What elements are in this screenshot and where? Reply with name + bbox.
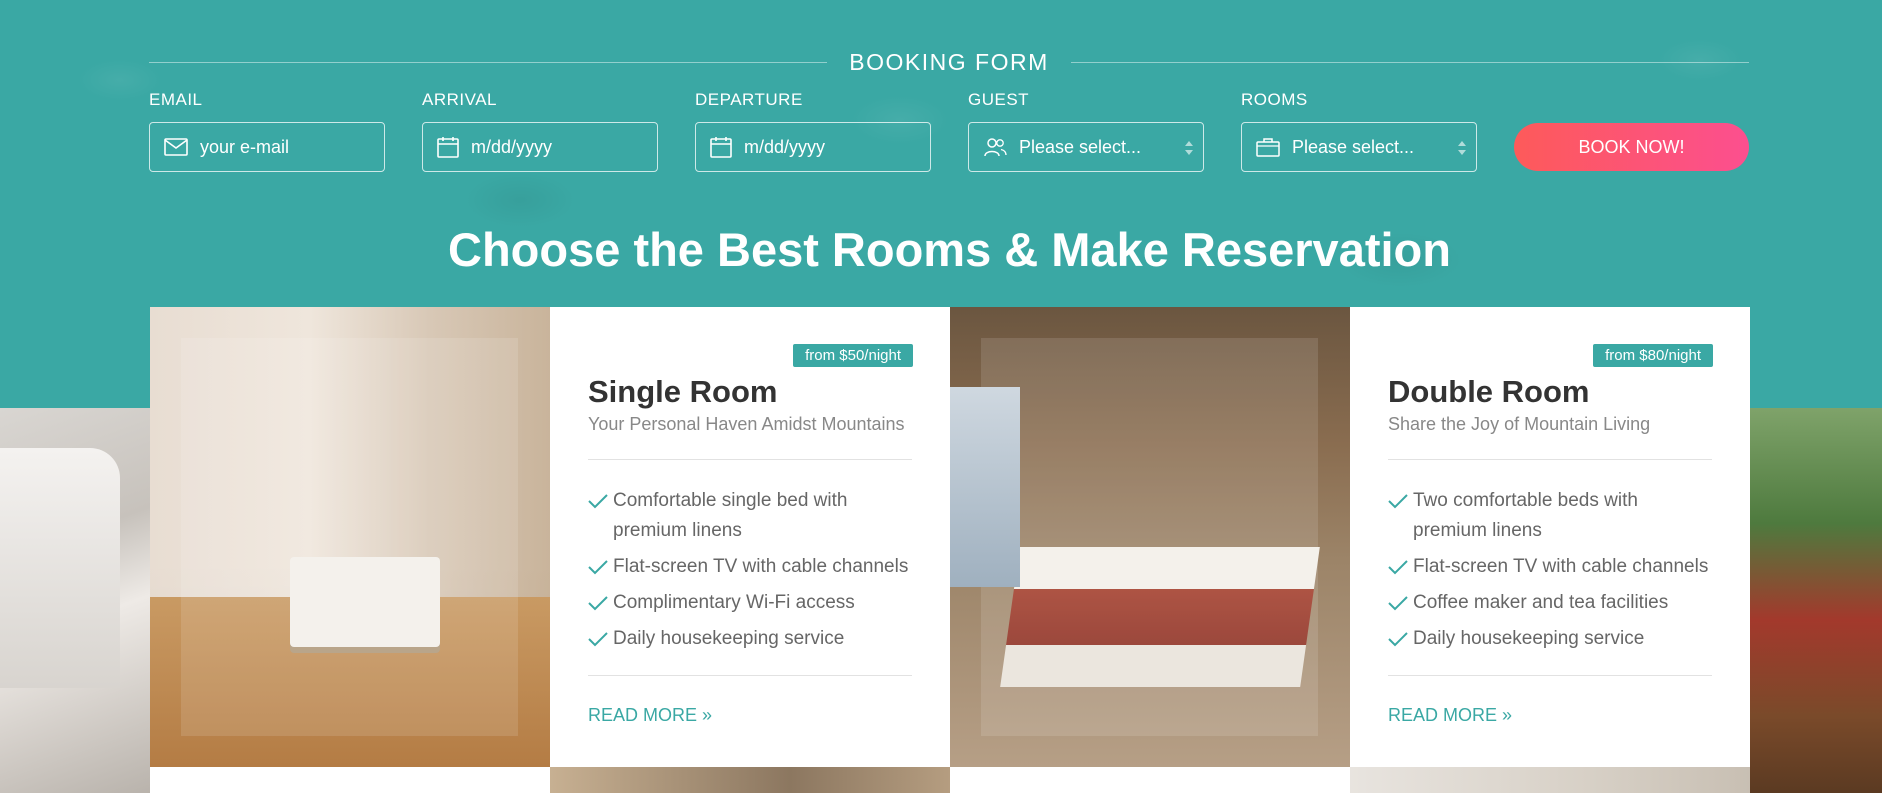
booking-form-title: BOOKING FORM [849, 48, 1049, 75]
feature-text: Coffee maker and tea facilities [1413, 592, 1669, 613]
guest-selected-value: Please select... [1019, 136, 1142, 157]
rooms-selected-value: Please select... [1292, 136, 1415, 157]
divider [588, 459, 912, 460]
departure-date-field[interactable]: m/dd/yyyy [695, 122, 931, 172]
email-placeholder: your e-mail [200, 136, 290, 157]
guest-field-group: GUEST Please select... [968, 90, 1204, 172]
select-arrows-icon [1458, 141, 1466, 155]
rooms-field-group: ROOMS Please select... [1241, 90, 1477, 172]
check-icon [1388, 494, 1408, 509]
room-subtitle: Your Personal Haven Amidst Mountains [588, 414, 905, 434]
room-title: Double Room [1388, 374, 1590, 409]
check-icon [588, 494, 608, 509]
email-label: EMAIL [149, 90, 203, 109]
feature-item: Flat-screen TV with cable channels [588, 552, 912, 582]
arrival-placeholder: m/dd/yyyy [471, 136, 553, 157]
departure-label: DEPARTURE [695, 90, 803, 109]
read-more-link[interactable]: READ MORE » [1388, 705, 1512, 726]
price-badge: from $50/night [793, 344, 913, 367]
email-field-group: EMAIL your e-mail [149, 90, 385, 172]
feature-item: Complimentary Wi-Fi access [588, 588, 912, 618]
calendar-icon [710, 137, 732, 158]
feature-text: Comfortable single bed with premium line… [613, 490, 848, 541]
guest-select[interactable]: Please select... [968, 122, 1204, 172]
next-card-photo-peek [1350, 767, 1750, 793]
room-title: Single Room [588, 374, 778, 409]
background-photo-right [1750, 408, 1882, 793]
read-more-link[interactable]: READ MORE » [588, 705, 712, 726]
guest-label: GUEST [968, 90, 1030, 109]
next-card-info-peek [150, 767, 550, 793]
page-heading: Choose the Best Rooms & Make Reservation [448, 223, 1451, 276]
next-card-photo-peek [550, 767, 950, 793]
feature-text: Flat-screen TV with cable channels [1413, 556, 1709, 577]
departure-placeholder: m/dd/yyyy [744, 136, 826, 157]
users-icon [984, 138, 1007, 157]
title-rule-right [1070, 61, 1750, 63]
arrival-field-group: ARRIVAL m/dd/yyyy [422, 90, 658, 172]
single-room-photo[interactable] [150, 307, 550, 767]
select-arrows-icon [1185, 141, 1193, 155]
title-rule-left [149, 61, 828, 63]
feature-item: Daily housekeeping service [1388, 624, 1712, 654]
feature-text: Complimentary Wi-Fi access [613, 592, 855, 613]
feature-item: Flat-screen TV with cable channels [1388, 552, 1712, 582]
feature-text: Flat-screen TV with cable channels [613, 556, 909, 577]
rooms-select[interactable]: Please select... [1241, 122, 1477, 172]
double-room-card: from $80/night Double Room Share the Joy… [1350, 307, 1750, 767]
next-card-info-peek [950, 767, 1350, 793]
feature-list: Comfortable single bed with premium line… [588, 486, 912, 654]
feature-text: Daily housekeeping service [1413, 628, 1645, 649]
suitcase-icon [1256, 138, 1280, 157]
divider [1388, 459, 1712, 460]
check-icon [1388, 560, 1408, 575]
single-room-card: from $50/night Single Room Your Personal… [550, 307, 950, 767]
divider [1388, 675, 1712, 676]
envelope-icon [164, 138, 188, 156]
rooms-label: ROOMS [1241, 90, 1308, 109]
room-subtitle: Share the Joy of Mountain Living [1388, 414, 1651, 434]
feature-item: Two comfortable beds with premium linens [1388, 486, 1712, 546]
check-icon [588, 560, 608, 575]
arrival-date-field[interactable]: m/dd/yyyy [422, 122, 658, 172]
check-icon [588, 596, 608, 611]
feature-item: Daily housekeeping service [588, 624, 912, 654]
price-badge: from $80/night [1593, 344, 1713, 367]
feature-item: Coffee maker and tea facilities [1388, 588, 1712, 618]
photo-frame-overlay [981, 338, 1318, 736]
departure-field-group: DEPARTURE m/dd/yyyy [695, 90, 931, 172]
feature-item: Comfortable single bed with premium line… [588, 486, 912, 546]
feature-text: Two comfortable beds with premium linens [1413, 490, 1638, 541]
email-field[interactable]: your e-mail [149, 122, 385, 172]
booking-form-header: BOOKING FORM [149, 44, 1750, 80]
background-photo-left [0, 408, 150, 793]
photo-frame-overlay [181, 338, 518, 736]
double-room-photo[interactable] [950, 307, 1350, 767]
arrival-label: ARRIVAL [422, 90, 497, 109]
feature-list: Two comfortable beds with premium linens… [1388, 486, 1712, 654]
calendar-icon [437, 137, 459, 158]
check-icon [1388, 596, 1408, 611]
check-icon [588, 632, 608, 647]
feature-text: Daily housekeeping service [613, 628, 845, 649]
divider [588, 675, 912, 676]
check-icon [1388, 632, 1408, 647]
book-now-button[interactable]: BOOK NOW! [1514, 123, 1749, 171]
